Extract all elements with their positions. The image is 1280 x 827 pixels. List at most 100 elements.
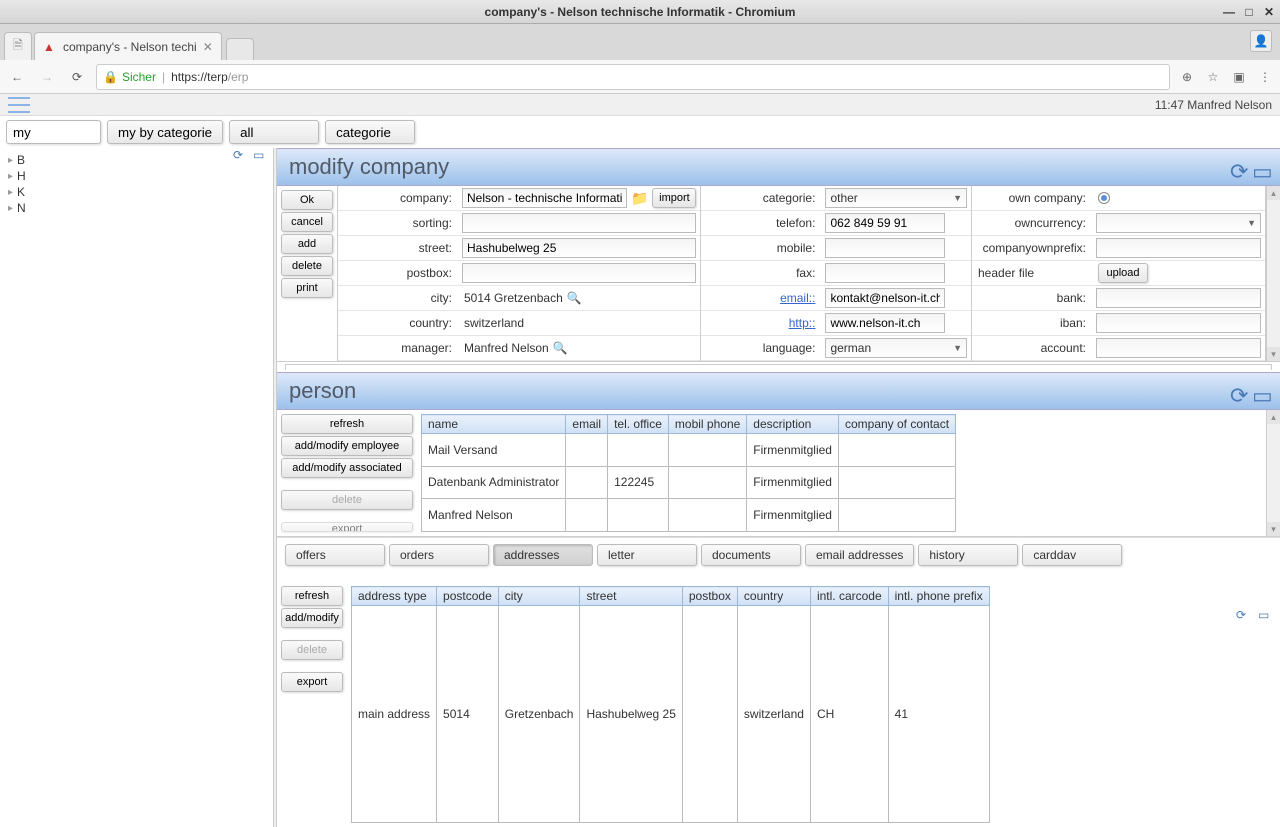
browser-tab-active[interactable]: ▲ company's - Nelson techi ✕	[34, 32, 222, 60]
tab-email-addresses[interactable]: email addresses	[805, 544, 914, 566]
person-scrollbar[interactable]: ▴▾	[1266, 410, 1280, 536]
person-refresh-button[interactable]: refresh	[281, 414, 413, 434]
company-cancel-button[interactable]: cancel	[281, 212, 333, 232]
translate-icon[interactable]: ⊕	[1178, 68, 1196, 86]
tab-documents[interactable]: documents	[701, 544, 801, 566]
filter-search-input[interactable]	[6, 120, 101, 144]
text-country: switzerland	[458, 316, 700, 330]
bookmark-star-icon[interactable]: ☆	[1204, 68, 1222, 86]
own-company-radio[interactable]	[1098, 192, 1110, 204]
addresses-export-button[interactable]: export	[281, 672, 343, 692]
input-account[interactable]	[1096, 338, 1261, 358]
input-sorting[interactable]	[462, 213, 696, 233]
tab-close-icon[interactable]: ✕	[203, 40, 213, 54]
input-iban[interactable]	[1096, 313, 1261, 333]
window-minimize-icon[interactable]: —	[1222, 5, 1236, 19]
col-city[interactable]: city	[498, 587, 580, 606]
col-address-type[interactable]: address type	[352, 587, 437, 606]
person-expand-icon[interactable]	[1252, 383, 1268, 399]
label-email-link[interactable]: email::	[701, 291, 821, 305]
tree-item[interactable]: ▸H	[8, 168, 265, 184]
person-export-button[interactable]: export	[281, 522, 413, 532]
company-scrollbar[interactable]: ▴▾	[1266, 186, 1280, 361]
input-postbox[interactable]	[462, 263, 696, 283]
col-email[interactable]: email	[566, 415, 608, 434]
tab-carddav[interactable]: carddav	[1022, 544, 1122, 566]
viewport-icon[interactable]: ▣	[1230, 68, 1248, 86]
col-postbox[interactable]: postbox	[682, 587, 737, 606]
addresses-panel-expand-icon[interactable]	[1258, 608, 1274, 624]
hamburger-icon[interactable]	[8, 97, 30, 113]
select-language[interactable]: german	[825, 338, 967, 358]
company-refresh-icon[interactable]	[1230, 159, 1246, 175]
tree-item[interactable]: ▸B	[8, 152, 265, 168]
col-mobil[interactable]: mobil phone	[668, 415, 746, 434]
col-name[interactable]: name	[422, 415, 566, 434]
tree-item[interactable]: ▸K	[8, 184, 265, 200]
tab-orders[interactable]: orders	[389, 544, 489, 566]
select-owncurrency[interactable]	[1096, 213, 1261, 233]
person-section-title: person	[289, 378, 356, 404]
select-categorie[interactable]: other	[825, 188, 967, 208]
col-phone-prefix[interactable]: intl. phone prefix	[888, 587, 989, 606]
col-street[interactable]: street	[580, 587, 682, 606]
addresses-panel-refresh-icon[interactable]	[1236, 608, 1252, 624]
col-postcode[interactable]: postcode	[437, 587, 499, 606]
input-http[interactable]	[825, 313, 945, 333]
input-street[interactable]	[462, 238, 696, 258]
profile-icon[interactable]: 👤	[1250, 30, 1272, 52]
url-input[interactable]: 🔒 Sicher | https://terp/erp	[96, 64, 1170, 90]
company-expand-icon[interactable]	[1252, 159, 1268, 175]
addresses-delete-button[interactable]: delete	[281, 640, 343, 660]
nav-back-icon[interactable]: ←	[6, 66, 28, 88]
input-mobile[interactable]	[825, 238, 945, 258]
tab-offers[interactable]: offers	[285, 544, 385, 566]
person-add-employee-button[interactable]: add/modify employee	[281, 436, 413, 456]
sidebar-refresh-icon[interactable]	[233, 148, 249, 164]
addresses-refresh-button[interactable]: refresh	[281, 586, 343, 606]
col-company-contact[interactable]: company of contact	[838, 415, 955, 434]
label-http-link[interactable]: http::	[701, 316, 821, 330]
company-print-button[interactable]: print	[281, 278, 333, 298]
upload-button[interactable]: upload	[1098, 263, 1148, 283]
folder-icon[interactable]: 📁	[631, 190, 648, 207]
filter-my-by-categorie-button[interactable]: my by categorie	[107, 120, 223, 144]
sidebar-expand-icon[interactable]	[253, 148, 269, 164]
col-tel-office[interactable]: tel. office	[608, 415, 669, 434]
company-ok-button[interactable]: Ok	[281, 190, 333, 210]
tab-addresses[interactable]: addresses	[493, 544, 593, 566]
input-bank[interactable]	[1096, 288, 1261, 308]
addresses-add-modify-button[interactable]: add/modify	[281, 608, 343, 628]
window-close-icon[interactable]: ✕	[1262, 5, 1276, 19]
company-add-button[interactable]: add	[281, 234, 333, 254]
tree-item[interactable]: ▸N	[8, 200, 265, 216]
search-icon[interactable]: 🔍	[553, 341, 568, 355]
col-country[interactable]: country	[737, 587, 810, 606]
import-button[interactable]: import	[652, 188, 696, 208]
input-companyownprefix[interactable]	[1096, 238, 1261, 258]
tab-history[interactable]: history	[918, 544, 1018, 566]
table-row[interactable]: Manfred NelsonFirmenmitglied	[422, 499, 956, 532]
nav-reload-icon[interactable]: ⟳	[66, 66, 88, 88]
table-row[interactable]: Datenbank Administrator122245Firmenmitgl…	[422, 466, 956, 499]
table-row[interactable]: main address 5014 Gretzenbach Hashubelwe…	[352, 606, 990, 823]
col-carcode[interactable]: intl. carcode	[810, 587, 888, 606]
tab-letter[interactable]: letter	[597, 544, 697, 566]
new-tab-button[interactable]	[226, 38, 254, 60]
window-maximize-icon[interactable]: □	[1242, 5, 1256, 19]
person-add-associated-button[interactable]: add/modify associated	[281, 458, 413, 478]
person-delete-button[interactable]: delete	[281, 490, 413, 510]
search-icon[interactable]: 🔍	[567, 291, 582, 305]
input-email[interactable]	[825, 288, 945, 308]
input-company[interactable]	[462, 188, 627, 208]
col-description[interactable]: description	[747, 415, 839, 434]
tab-stub-blank[interactable]: 🗎	[4, 32, 32, 60]
table-row[interactable]: Mail VersandFirmenmitglied	[422, 434, 956, 467]
input-telefon[interactable]	[825, 213, 945, 233]
filter-all-button[interactable]: all	[229, 120, 319, 144]
input-fax[interactable]	[825, 263, 945, 283]
menu-dots-icon[interactable]: ⋮	[1256, 68, 1274, 86]
person-refresh-icon[interactable]	[1230, 383, 1246, 399]
company-delete-button[interactable]: delete	[281, 256, 333, 276]
filter-categorie-button[interactable]: categorie	[325, 120, 415, 144]
